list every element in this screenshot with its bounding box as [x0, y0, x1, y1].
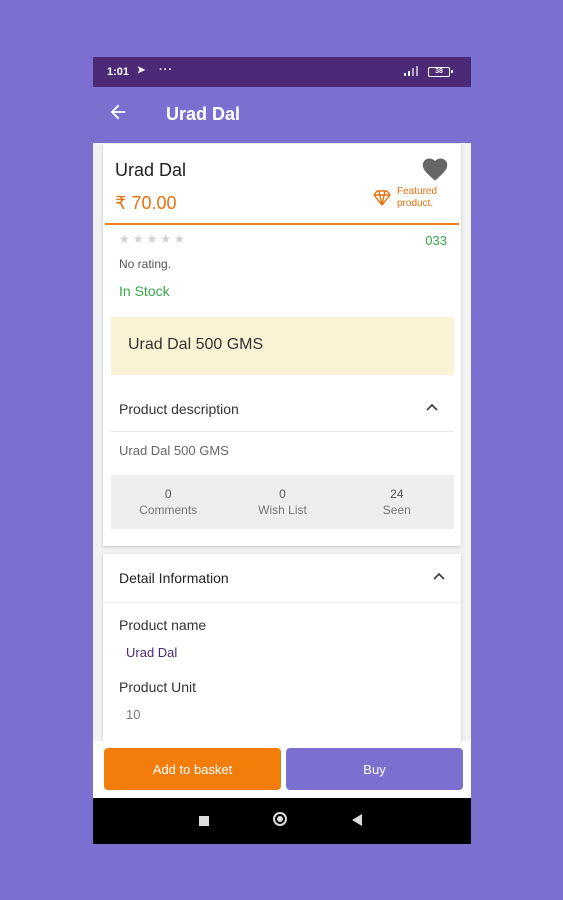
featured-badge: Featured product. [373, 186, 443, 210]
system-nav-bar [93, 798, 471, 844]
diamond-icon [373, 190, 391, 206]
highlight-text: Urad Dal 500 GMS [128, 336, 264, 353]
phone-screen: 1:01 ➤ ··· 38 Urad Dal Urad Dal ₹ 70.00 … [93, 57, 471, 844]
description-header[interactable]: Product description [111, 385, 454, 432]
product-unit-label: Product Unit [119, 679, 197, 695]
battery-icon: 38 [428, 67, 453, 77]
product-name: Urad Dal [115, 160, 187, 180]
description-title: Product description [119, 401, 239, 417]
product-name-value: Urad Dal [126, 645, 178, 660]
detail-header[interactable]: Detail Information [103, 554, 461, 603]
stat-wishlist[interactable]: 0 Wish List [225, 475, 339, 529]
product-code: 033 [425, 233, 447, 248]
divider [105, 223, 459, 225]
stat-comments[interactable]: 0 Comments [111, 475, 225, 529]
heart-icon[interactable] [421, 156, 449, 182]
product-card: Urad Dal ₹ 70.00 Featured product. ★★★★★… [103, 144, 461, 546]
stat-label: Wish List [258, 503, 307, 517]
navigation-arrow-icon: ➤ [137, 65, 146, 76]
buy-button[interactable]: Buy [286, 748, 463, 790]
chevron-up-icon[interactable] [433, 572, 445, 580]
stat-value: 0 [279, 487, 286, 501]
page-title: Urad Dal [166, 104, 241, 124]
stat-label: Comments [139, 503, 198, 517]
nav-square-icon[interactable] [199, 816, 209, 826]
status-time: 1:01 [107, 66, 130, 78]
description-body: Urad Dal 500 GMS [119, 443, 229, 458]
chevron-up-icon[interactable] [426, 403, 438, 411]
rating-text: No rating. [119, 257, 172, 271]
stats-bar: 0 Comments 0 Wish List 24 Seen [111, 475, 454, 529]
featured-label: Featured product. [397, 186, 438, 209]
product-highlight: Urad Dal 500 GMS [111, 317, 454, 375]
back-arrow-icon[interactable] [107, 101, 129, 123]
status-bar: 1:01 ➤ ··· 38 [93, 57, 471, 87]
product-price: ₹ 70.00 [115, 193, 177, 213]
add-to-basket-button[interactable]: Add to basket [104, 748, 281, 790]
more-notifications-icon: ··· [159, 64, 173, 76]
stat-value: 0 [164, 487, 172, 501]
action-bar: Add to basket Buy [93, 741, 471, 798]
product-name-label: Product name [119, 617, 207, 633]
stock-status: In Stock [119, 283, 170, 299]
signal-icon [404, 66, 418, 76]
nav-home-icon[interactable] [273, 812, 287, 826]
detail-title: Detail Information [119, 570, 229, 586]
stat-value: 24 [390, 487, 404, 501]
stat-label: Seen [382, 503, 411, 517]
app-bar: Urad Dal [93, 87, 471, 143]
nav-back-icon[interactable] [351, 813, 363, 827]
product-unit-value: 10 [126, 707, 141, 722]
rating-stars: ★★★★★ [119, 232, 188, 246]
stat-seen: 24 Seen [340, 475, 454, 529]
